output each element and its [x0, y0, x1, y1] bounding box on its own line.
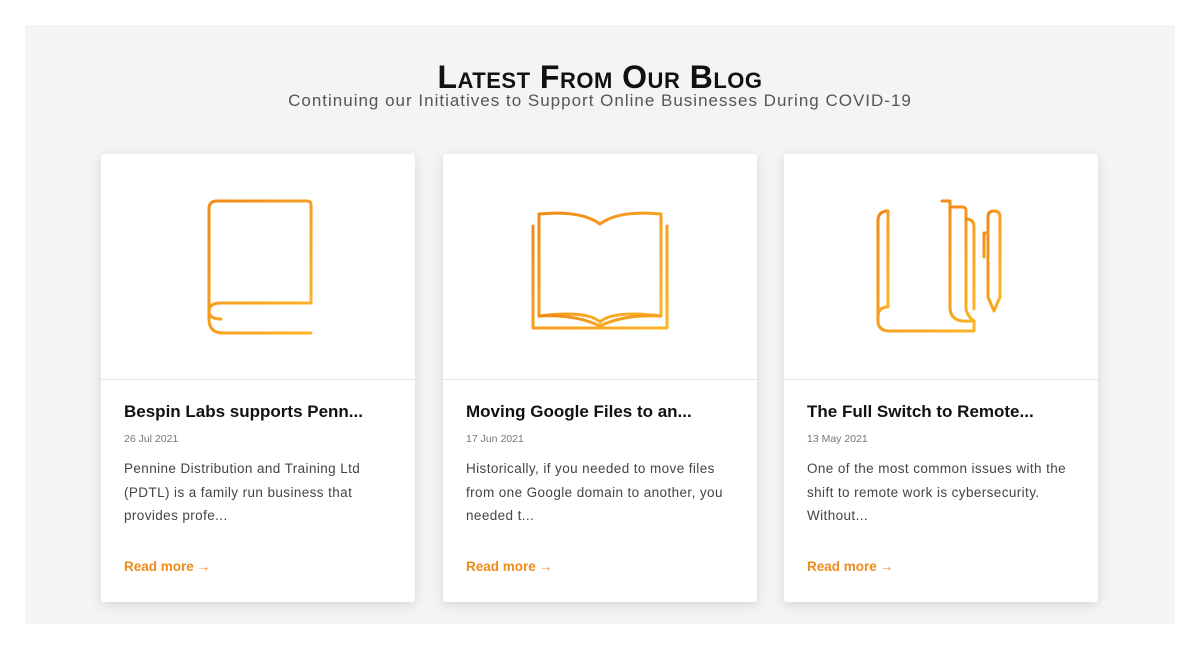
read-more-link[interactable]: Read more → — [807, 559, 893, 574]
arrow-right-icon: → — [879, 559, 894, 574]
blog-card[interactable]: The Full Switch to Remote... 13 May 2021… — [784, 154, 1098, 602]
read-more-label: Read more — [466, 559, 536, 574]
card-date: 13 May 2021 — [807, 433, 868, 445]
read-more-label: Read more — [807, 559, 877, 574]
section-subtitle: Continuing our Initiatives to Support On… — [288, 91, 912, 110]
card-date: 26 Jul 2021 — [124, 433, 179, 445]
closed-book-icon — [207, 199, 313, 334]
arrow-right-icon: → — [538, 559, 553, 574]
card-excerpt: Historically, if you needed to move file… — [466, 461, 723, 523]
blog-card[interactable]: Moving Google Files to an... 17 Jun 2021… — [443, 154, 757, 602]
read-more-link[interactable]: Read more → — [466, 559, 552, 574]
card-image[interactable] — [101, 154, 415, 380]
card-title[interactable]: Moving Google Files to an... — [466, 402, 736, 422]
blog-card[interactable]: Bespin Labs supports Penn... 26 Jul 2021… — [101, 154, 415, 602]
card-date: 17 Jun 2021 — [466, 433, 524, 445]
read-more-link[interactable]: Read more → — [124, 559, 210, 574]
blog-section: Latest From Our Blog Continuing our Init… — [25, 25, 1175, 624]
open-book-icon — [531, 211, 669, 329]
card-excerpt: One of the most common issues with the s… — [807, 461, 1067, 523]
card-title[interactable]: Bespin Labs supports Penn... — [124, 402, 394, 422]
card-image[interactable] — [443, 154, 757, 380]
card-image[interactable] — [784, 154, 1098, 380]
card-excerpt: Pennine Distribution and Training Ltd (P… — [124, 461, 361, 523]
card-title[interactable]: The Full Switch to Remote... — [807, 402, 1077, 422]
read-more-label: Read more — [124, 559, 194, 574]
arrow-right-icon: → — [196, 559, 211, 574]
notebook-pen-icon — [876, 199, 1002, 332]
